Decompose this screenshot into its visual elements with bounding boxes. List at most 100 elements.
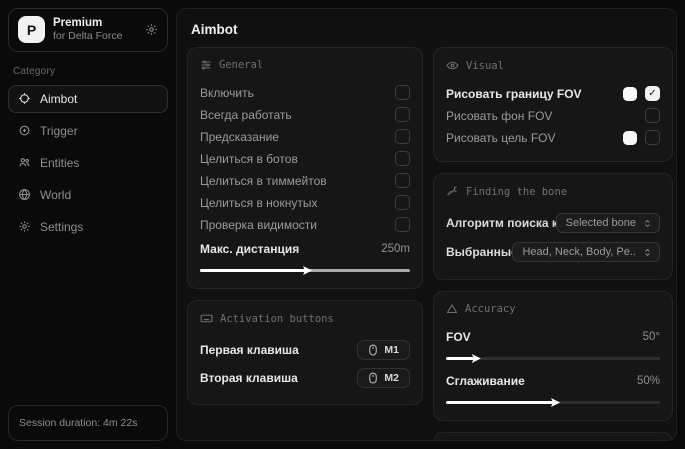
toggle-label: Целиться в тиммейтов — [200, 174, 327, 188]
panel-finding-bone-header: Finding the bone — [446, 185, 660, 198]
mouse-icon — [368, 372, 378, 384]
trigger-icon — [18, 124, 31, 137]
panel-switch-delay: Switch Delay Задержка переключения Задер… — [433, 432, 673, 441]
sidebar-item-label: Trigger — [40, 124, 78, 138]
sidebar-item-settings[interactable]: Settings — [8, 213, 168, 241]
entities-icon — [18, 156, 31, 169]
fov-border-color-swatch[interactable] — [623, 87, 637, 101]
always-work-checkbox[interactable] — [395, 107, 410, 122]
sidebar-spacer — [8, 241, 168, 406]
toggle-label: Предсказание — [200, 130, 279, 144]
panel-accuracy: Accuracy FOV 50° Сглаживание 50% — [433, 291, 673, 421]
panel-title: Accuracy — [465, 303, 516, 315]
sliders-icon — [200, 59, 212, 71]
brand-logo: P — [18, 16, 45, 43]
fov-slider[interactable] — [446, 353, 660, 363]
target-bots-checkbox[interactable] — [395, 151, 410, 166]
sidebar-item-world[interactable]: World — [8, 181, 168, 209]
sidebar-nav: Aimbot Trigger Entities World Settings — [8, 85, 168, 241]
panel-general: General Включить Всегда работать Предска… — [187, 47, 423, 289]
sidebar-item-trigger[interactable]: Trigger — [8, 117, 168, 145]
panel-activation-buttons: Activation buttons Первая клавиша M1 Вто… — [187, 300, 423, 405]
selected-bones-select[interactable]: Head, Neck, Body, Pe.. — [512, 242, 660, 262]
category-label: Category — [13, 66, 168, 77]
visibility-check-checkbox[interactable] — [395, 217, 410, 232]
target-knocked-checkbox[interactable] — [395, 195, 410, 210]
bone-algorithm-label: Алгоритм поиска кост — [446, 216, 556, 230]
fov-border-checkbox[interactable] — [645, 86, 660, 101]
smoothing-slider[interactable] — [446, 397, 660, 407]
toggle-row-target-teammates: Целиться в тиммейтов — [200, 170, 410, 191]
second-key-button[interactable]: M2 — [357, 368, 410, 388]
settings-gear-icon — [18, 220, 31, 233]
brand-subtitle: for Delta Force — [53, 30, 137, 43]
key-label: Вторая клавиша — [200, 371, 298, 385]
toggle-row-visibility-check: Проверка видимости — [200, 214, 410, 235]
panel-activation-header: Activation buttons — [200, 312, 410, 325]
crosshair-icon — [18, 92, 31, 105]
toggle-label: Целиться в ботов — [200, 152, 298, 166]
session-duration-box: Session duration: 4m 22s — [8, 405, 168, 441]
fov-target-row: Рисовать цель FOV — [446, 127, 660, 148]
fov-target-checkbox[interactable] — [645, 130, 660, 145]
prediction-checkbox[interactable] — [395, 129, 410, 144]
brand-title: Premium — [53, 16, 137, 30]
panel-general-header: General — [200, 59, 410, 71]
key-value: M2 — [384, 372, 399, 384]
sidebar-item-aimbot[interactable]: Aimbot — [8, 85, 168, 113]
sidebar-item-label: Entities — [40, 156, 79, 170]
unfold-icon — [643, 218, 652, 229]
toggle-row-always-work: Всегда работать — [200, 104, 410, 125]
toggle-row-target-knocked: Целиться в нокнутых — [200, 192, 410, 213]
toggle-label: Проверка видимости — [200, 218, 317, 232]
main-content: Aimbot General Включить Всегда работать — [176, 8, 677, 441]
toggle-row-prediction: Предсказание — [200, 126, 410, 147]
slider-fill — [200, 269, 305, 272]
mouse-icon — [368, 344, 378, 356]
world-icon — [18, 188, 31, 201]
selected-value: Head, Neck, Body, Pe.. — [522, 246, 636, 258]
session-duration-text: Session duration: 4m 22s — [19, 417, 137, 429]
brand-text: Premium for Delta Force — [53, 16, 137, 44]
fov-border-row: Рисовать границу FOV — [446, 83, 660, 104]
slider-label: FOV — [446, 330, 471, 344]
slider-fill — [446, 357, 474, 360]
fov-target-color-swatch[interactable] — [623, 131, 637, 145]
slider-label: Сглаживание — [446, 374, 525, 388]
panel-visual: Visual Рисовать границу FOV Рисовать фон… — [433, 47, 673, 162]
smoothing-value: 50% — [637, 375, 660, 387]
key-value: M1 — [384, 344, 399, 356]
toggle-label: Рисовать фон FOV — [446, 109, 552, 123]
gear-icon[interactable] — [145, 23, 158, 36]
sidebar-item-entities[interactable]: Entities — [8, 149, 168, 177]
toggle-label: Целиться в нокнутых — [200, 196, 317, 210]
toggle-label: Рисовать цель FOV — [446, 131, 556, 145]
panel-finding-bone: Finding the bone Алгоритм поиска кост Se… — [433, 173, 673, 280]
max-distance-slider[interactable] — [200, 265, 410, 275]
target-teammates-checkbox[interactable] — [395, 173, 410, 188]
enable-checkbox[interactable] — [395, 85, 410, 100]
right-column: Visual Рисовать границу FOV Рисовать фон… — [433, 47, 673, 441]
bone-icon — [446, 185, 459, 198]
page-title: Aimbot — [177, 9, 676, 47]
fov-value: 50° — [643, 331, 660, 343]
fov-background-checkbox[interactable] — [645, 108, 660, 123]
second-key-row: Вторая клавиша M2 — [200, 364, 410, 391]
left-column: General Включить Всегда работать Предска… — [187, 47, 423, 416]
panel-title: Activation buttons — [220, 313, 334, 325]
keyboard-icon — [200, 312, 213, 325]
eye-icon — [446, 59, 459, 72]
panel-title: Visual — [466, 60, 504, 72]
first-key-button[interactable]: M1 — [357, 340, 410, 360]
panel-columns: General Включить Всегда работать Предска… — [177, 47, 676, 441]
sidebar-item-label: Aimbot — [40, 92, 77, 106]
brand-card[interactable]: P Premium for Delta Force — [8, 8, 168, 52]
triangle-icon — [446, 303, 458, 315]
toggle-row-enable: Включить — [200, 82, 410, 103]
key-label: Первая клавиша — [200, 343, 299, 357]
selected-bones-label: Выбранные кос — [446, 245, 512, 259]
first-key-row: Первая клавиша M1 — [200, 336, 410, 363]
bone-algorithm-select[interactable]: Selected bone — [556, 213, 660, 233]
toggle-label: Включить — [200, 86, 254, 100]
sidebar-item-label: Settings — [40, 220, 83, 234]
